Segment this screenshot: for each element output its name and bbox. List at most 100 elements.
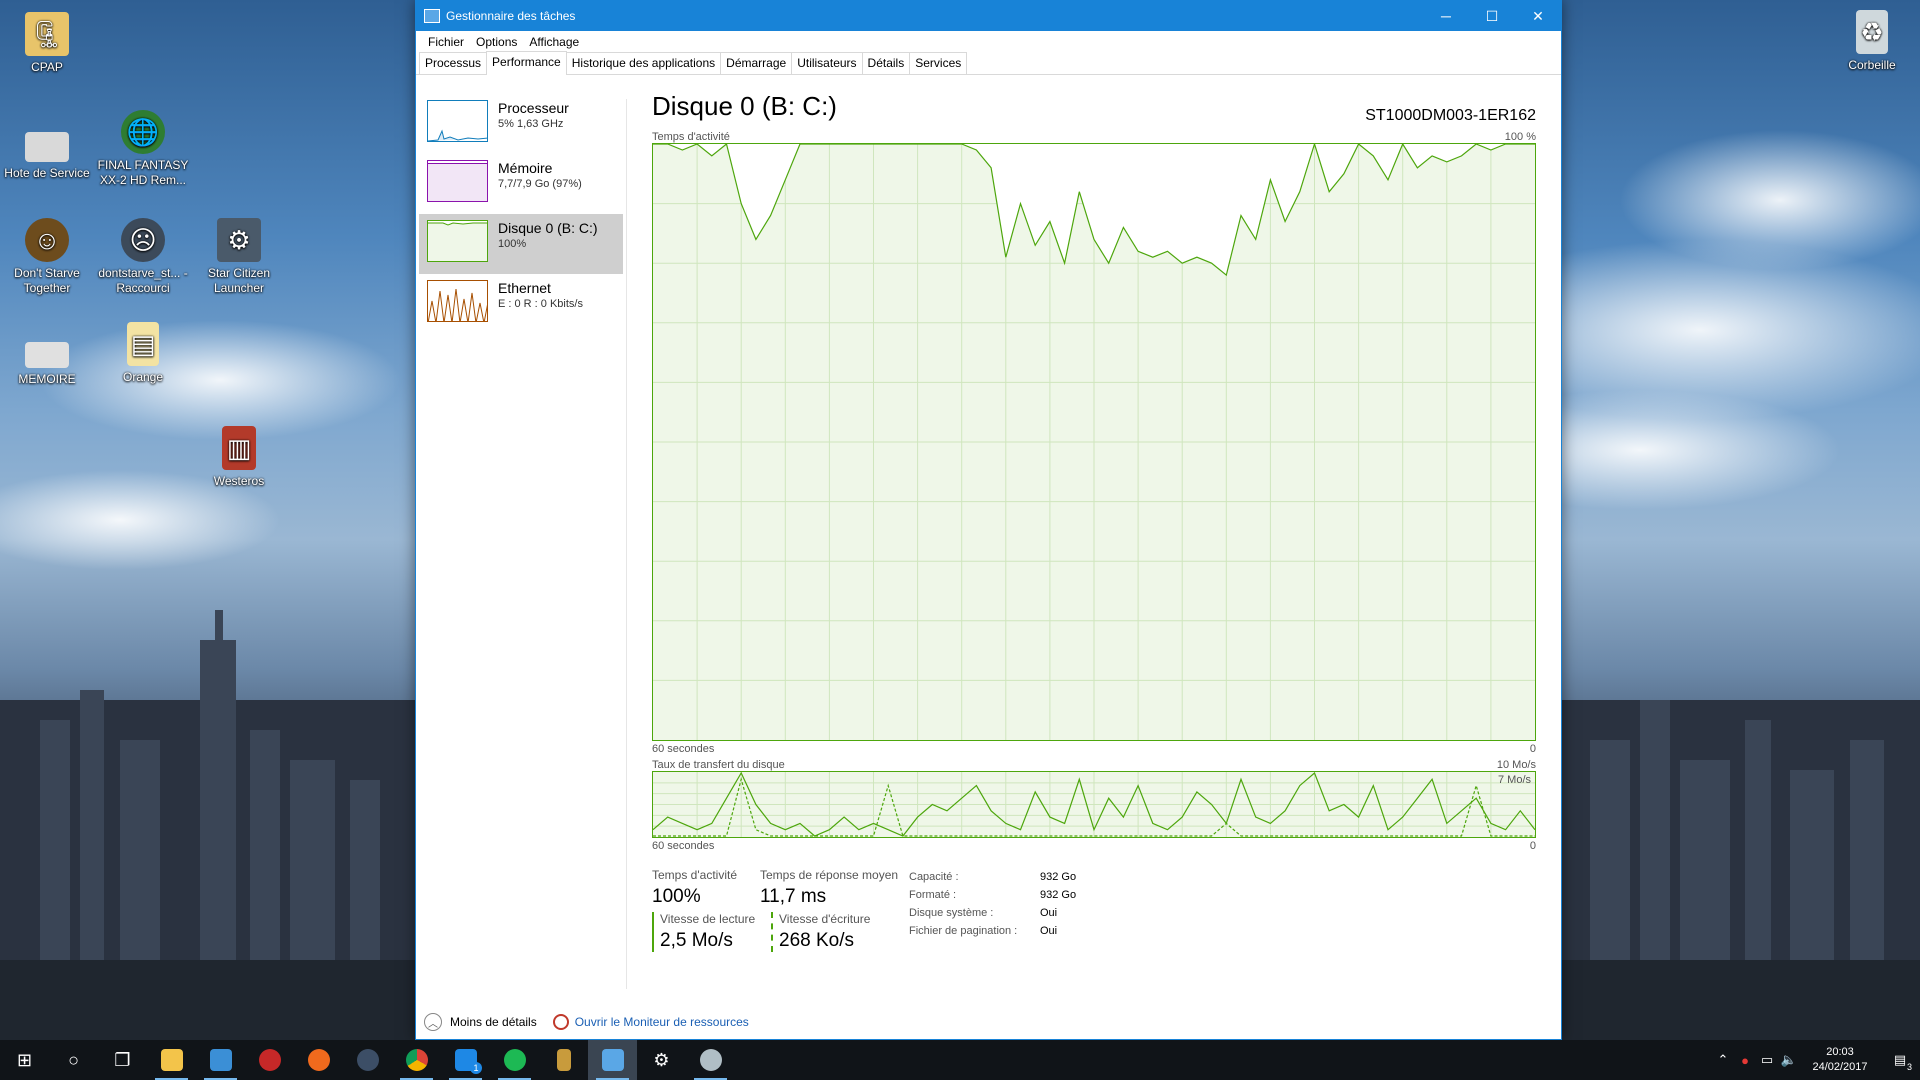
close-button[interactable]: ✕ <box>1515 1 1561 31</box>
start-button[interactable]: ⊞ <box>0 1040 49 1080</box>
spotify-icon <box>503 1049 526 1071</box>
resource-monitor-icon <box>552 1014 569 1030</box>
disk-sparkline <box>428 222 487 261</box>
prop-formate: Formaté :932 Go <box>909 889 1077 901</box>
disk-detail-panel: Disque 0 (B: C:) ST1000DM003-1ER162 Temp… <box>652 91 1536 952</box>
menu-fichier[interactable]: Fichier <box>422 35 470 49</box>
transfer-chart-x-right: 0 <box>1529 840 1536 852</box>
red-app-icon <box>258 1049 281 1071</box>
sidebar-item-ethernet[interactable]: Ethernet E : 0 R : 0 Kbits/s <box>419 274 623 334</box>
activity-stat-value: 100% <box>652 886 701 907</box>
read-stat-value: 2,5 Mo/s <box>660 930 733 951</box>
store-icon <box>209 1049 232 1071</box>
activity-chart-svg <box>653 144 1535 740</box>
taskbar-camera[interactable]: 1 <box>441 1040 490 1080</box>
menu-options[interactable]: Options <box>470 35 523 49</box>
tab-historique[interactable]: Historique des applications <box>565 52 722 74</box>
taskbar-league[interactable] <box>539 1040 588 1080</box>
game-icon: ☹ <box>121 218 165 262</box>
clock[interactable]: 20:03 24/02/2017 <box>1800 1045 1880 1075</box>
sidebar-item-value: 5% 1,63 GHz <box>498 118 564 130</box>
desktop-icon-memoire[interactable]: MEMOIRE <box>1 330 93 387</box>
title-bar[interactable]: Gestionnaire des tâches ─ ☐ ✕ <box>416 1 1561 31</box>
taskbar-file-explorer[interactable] <box>147 1040 196 1080</box>
tab-processus[interactable]: Processus <box>419 52 488 74</box>
desktop-icon-final-fantasy[interactable]: 🌐 FINAL FANTASY XX-2 HD Rem... <box>97 110 189 188</box>
task-view-button[interactable]: ❐ <box>98 1040 147 1080</box>
action-center-icon[interactable]: ▤ 3 <box>1880 1052 1920 1072</box>
taskbar-store[interactable] <box>196 1040 245 1080</box>
write-stat-value: 268 Ko/s <box>779 930 854 951</box>
windows-logo-icon: ⊞ <box>16 1049 33 1070</box>
desktop-icon-hote-de-service[interactable]: Hote de Service <box>1 124 93 181</box>
network-icon[interactable]: ▭ <box>1756 1052 1778 1068</box>
desktop-icon-corbeille[interactable]: ♻ Corbeille <box>1826 10 1918 73</box>
taskbar-paint[interactable] <box>686 1040 735 1080</box>
activity-chart-x-right: 0 <box>1529 743 1536 755</box>
taskbar-steam[interactable] <box>343 1040 392 1080</box>
tab-services[interactable]: Services <box>909 52 968 74</box>
desktop-icon-westeros[interactable]: ▥ Westeros <box>193 426 285 489</box>
sidebar-item-disque[interactable]: Disque 0 (B: C:) 100% <box>419 214 623 274</box>
desktop-icon-orange[interactable]: ▤ Orange <box>97 322 189 385</box>
maximize-button[interactable]: ☐ <box>1469 1 1515 31</box>
sidebar-item-memoire[interactable]: Mémoire 7,7/7,9 Go (97%) <box>419 154 623 214</box>
menu-affichage[interactable]: Affichage <box>523 35 585 49</box>
tab-demarrage[interactable]: Démarrage <box>720 52 793 74</box>
prop-disque-systeme: Disque système : Oui <box>909 907 1058 919</box>
sidebar-divider <box>626 99 627 989</box>
tab-utilisateurs[interactable]: Utilisateurs <box>791 52 863 74</box>
notification-count: 3 <box>1906 1062 1912 1072</box>
desktop-icon-cpap[interactable]: 🗜 CPAP <box>1 12 93 75</box>
task-manager-window: Gestionnaire des tâches ─ ☐ ✕ Fichier Op… <box>415 0 1562 1040</box>
minimize-button[interactable]: ─ <box>1423 1 1469 31</box>
paint-icon <box>699 1049 722 1071</box>
chevron-up-icon[interactable]: ︿ <box>424 1013 442 1031</box>
gear-icon: ⚙ <box>653 1049 670 1070</box>
less-details-link[interactable]: Moins de détails <box>450 1015 537 1029</box>
disk-thumbnail <box>427 220 488 262</box>
sidebar-item-processeur[interactable]: Processeur 5% 1,63 GHz <box>419 94 623 154</box>
activity-chart <box>652 143 1536 741</box>
desktop-icon-star-citizen[interactable]: ⚙ Star Citizen Launcher <box>193 218 285 296</box>
activity-chart-max: 100 % <box>1504 131 1536 143</box>
taskbar: ⊞ ○ ❐ 1 ⚙ ⌃ ● ▭ 🔈 20:03 24/02/2017 ▤ 3 <box>0 1040 1920 1080</box>
sidebar-item-label: Ethernet <box>498 280 551 296</box>
chevron-up-icon[interactable]: ⌃ <box>1712 1052 1734 1068</box>
tab-details[interactable]: Détails <box>861 52 911 74</box>
drive-icon <box>25 342 69 368</box>
document-icon: ▤ <box>127 322 159 366</box>
open-resource-monitor-link[interactable]: Ouvrir le Moniteur de ressources <box>575 1015 749 1029</box>
taskbar-settings[interactable]: ⚙ <box>637 1040 686 1080</box>
volume-icon[interactable]: 🔈 <box>1778 1052 1800 1068</box>
read-stat-label: Vitesse de lecture <box>660 912 756 926</box>
system-tray: ⌃ ● ▭ 🔈 20:03 24/02/2017 ▤ 3 <box>1712 1040 1920 1080</box>
tab-performance[interactable]: Performance <box>486 51 567 75</box>
response-stat-value: 11,7 ms <box>760 886 827 907</box>
folder-zip-icon: 🗜 <box>25 12 69 56</box>
archive-icon: ▥ <box>222 426 256 470</box>
chrome-icon <box>405 1049 428 1071</box>
sidebar-item-label: Disque 0 (B: C:) <box>498 220 598 236</box>
disk-model: ST1000DM003-1ER162 <box>1365 107 1536 124</box>
transfer-chart-x-left: 60 secondes <box>652 840 715 852</box>
resource-sidebar: Processeur 5% 1,63 GHz Mémoire 7,7/7,9 G… <box>419 94 623 334</box>
desktop-icon-dont-starve-together[interactable]: ☺ Don't Starve Together <box>1 218 93 296</box>
transfer-chart-max: 10 Mo/s <box>1496 759 1536 771</box>
taskbar-task-manager[interactable] <box>588 1040 637 1080</box>
taskbar-chrome[interactable] <box>392 1040 441 1080</box>
taskbar-spotify[interactable] <box>490 1040 539 1080</box>
sidebar-item-label: Processeur <box>498 100 569 116</box>
cortana-icon: ○ <box>68 1049 79 1070</box>
prop-fichier-pagination: Fichier de pagination : Oui <box>909 925 1058 937</box>
task-manager-icon <box>424 9 440 23</box>
taskbar-origin[interactable] <box>294 1040 343 1080</box>
search-button[interactable]: ○ <box>49 1040 98 1080</box>
window-footer: ︿ Moins de détails Ouvrir le Moniteur de… <box>424 1013 749 1031</box>
desktop-icon-dontstarve-shortcut[interactable]: ☹ dontstarve_st... - Raccourci <box>97 218 189 296</box>
tray-app-icon[interactable]: ● <box>1734 1053 1756 1068</box>
taskbar-app-red[interactable] <box>245 1040 294 1080</box>
recycle-bin-icon: ♻ <box>1856 10 1888 54</box>
activity-chart-label: Temps d'activité <box>652 131 730 143</box>
prop-capacite: Capacité :932 Go <box>909 871 1077 883</box>
